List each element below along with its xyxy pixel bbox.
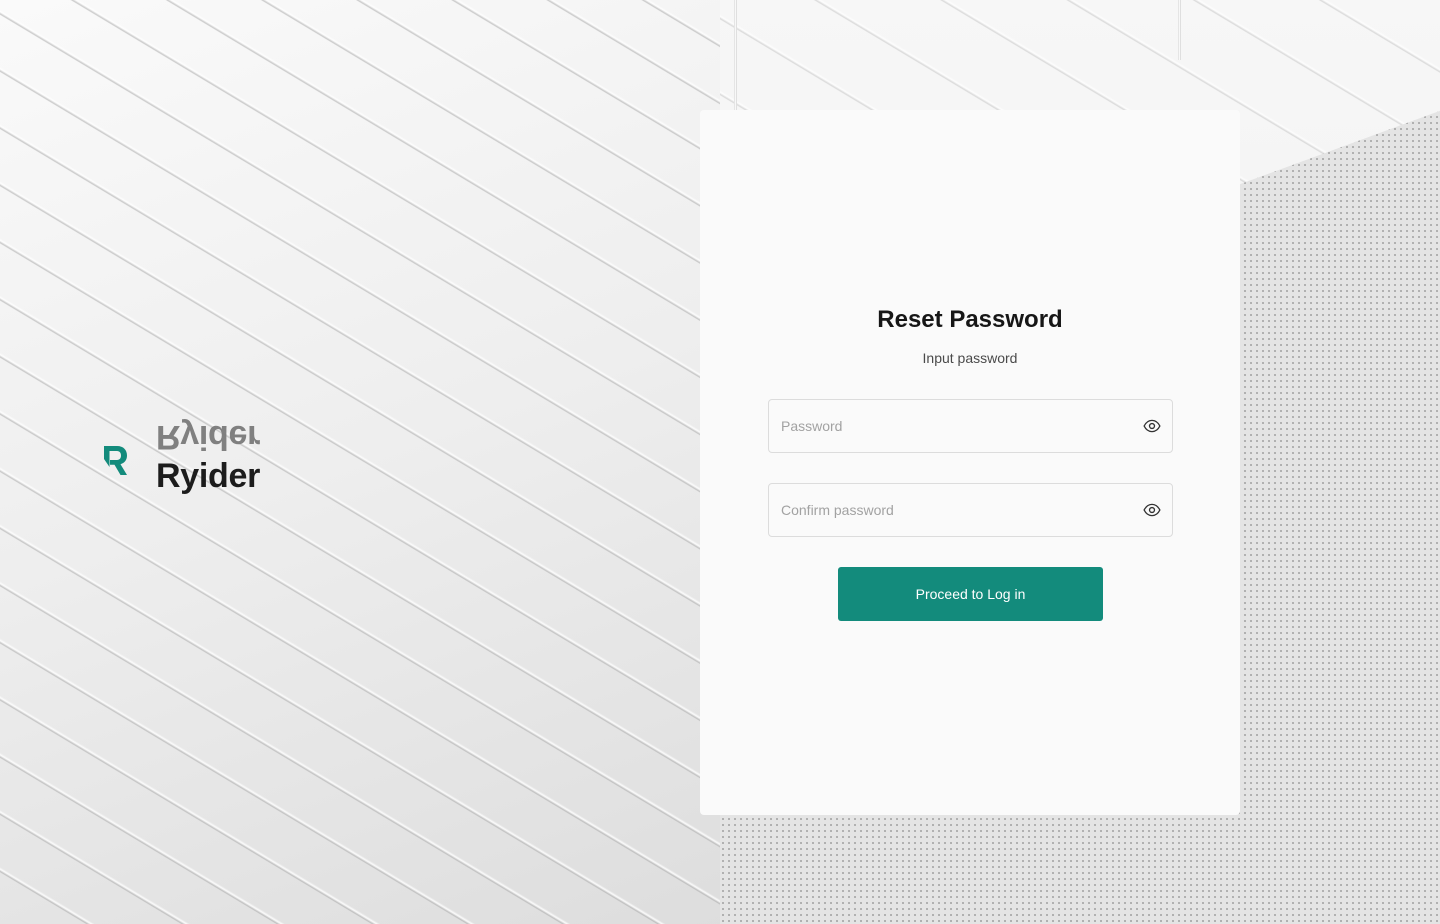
page-subtitle: Input password [922, 350, 1018, 366]
password-field [768, 399, 1173, 453]
confirm-password-input[interactable] [769, 484, 1143, 536]
eye-icon[interactable] [1143, 417, 1161, 435]
brand-logo: Ryider Ryider [104, 418, 261, 496]
background-rail [1178, 0, 1181, 60]
eye-icon[interactable] [1143, 501, 1161, 519]
confirm-password-field [768, 483, 1173, 537]
brand-name-reflection: Ryider [156, 418, 261, 456]
proceed-to-login-button[interactable]: Proceed to Log in [838, 567, 1103, 621]
page-title: Reset Password [877, 306, 1063, 333]
ryider-logo-icon [104, 446, 127, 475]
background-rail [734, 0, 737, 110]
reset-password-card: Reset Password Input password Proceed to… [700, 110, 1240, 815]
brand-name: Ryider [156, 457, 261, 495]
password-input[interactable] [769, 400, 1143, 452]
